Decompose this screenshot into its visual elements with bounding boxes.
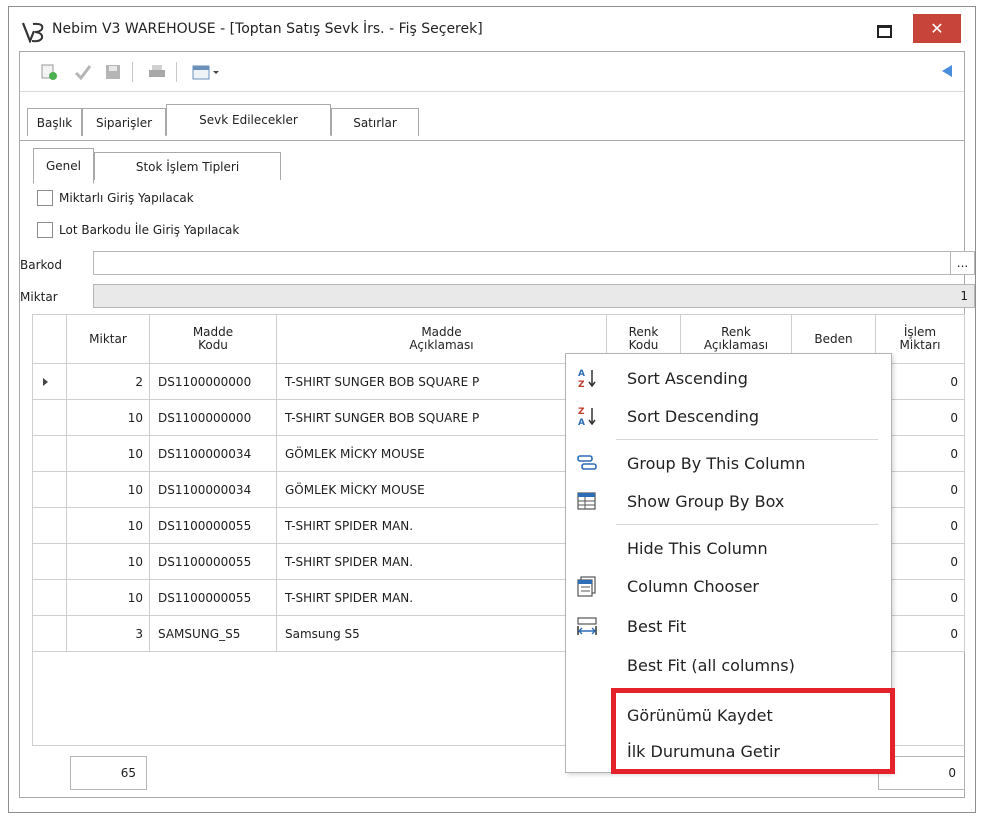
sort-descending-icon: Z A — [578, 407, 596, 427]
cell-miktar[interactable]: 10 — [67, 436, 150, 472]
cell-madde-kodu[interactable]: DS1100000055 — [150, 544, 277, 580]
row-indicator[interactable] — [32, 508, 67, 544]
cell-madde-aciklama[interactable]: GÖMLEK MİCKY MOUSE — [277, 436, 607, 472]
cell-miktar[interactable]: 2 — [67, 364, 150, 400]
row-indicator[interactable] — [32, 544, 67, 580]
cell-miktar[interactable]: 10 — [67, 400, 150, 436]
svg-text:Z: Z — [578, 407, 585, 417]
row-indicator[interactable] — [32, 400, 67, 436]
title-bar: Nebim V3 WAREHOUSE - [Toptan Satış Sevk … — [9, 7, 975, 51]
cell-madde-kodu[interactable]: DS1100000034 — [150, 436, 277, 472]
svg-text:A: A — [578, 369, 585, 379]
tab-sevk-edilecekler[interactable]: Sevk Edilecekler — [166, 104, 331, 136]
checkbox-miktarli-giris[interactable]: Miktarlı Giriş Yapılacak — [37, 187, 194, 209]
cell-madde-kodu[interactable]: DS1100000000 — [150, 364, 277, 400]
cell-madde-aciklama[interactable]: T-SHIRT SUNGER BOB SQUARE P — [277, 400, 607, 436]
menu-item-group-by-column[interactable]: Group By This Column — [566, 444, 891, 482]
menu-separator — [616, 524, 878, 525]
col-header-miktar[interactable]: Miktar — [67, 314, 150, 364]
cell-madde-aciklama[interactable]: T-SHIRT SPIDER MAN. — [277, 508, 607, 544]
cell-madde-aciklama[interactable]: T-SHIRT SPIDER MAN. — [277, 544, 607, 580]
cell-miktar[interactable]: 3 — [67, 616, 150, 652]
cell-madde-kodu[interactable]: SAMSUNG_S5 — [150, 616, 277, 652]
menu-item-hide-column[interactable]: Hide This Column — [566, 529, 891, 567]
miktar-value: 1 — [960, 289, 968, 303]
menu-item-best-fit[interactable]: Best Fit — [566, 607, 891, 645]
cell-miktar[interactable]: 10 — [67, 472, 150, 508]
current-row-arrow-icon — [43, 377, 48, 386]
tab-satirlar[interactable]: Satırlar — [331, 108, 419, 136]
grid-left-border — [32, 364, 33, 745]
menu-item-column-chooser[interactable]: Column Chooser — [566, 567, 891, 605]
group-by-icon — [577, 455, 597, 470]
barkod-browse-button[interactable]: ... — [950, 252, 974, 274]
row-indicator[interactable] — [32, 472, 67, 508]
row-indicator[interactable] — [32, 616, 67, 652]
cell-miktar[interactable]: 10 — [67, 544, 150, 580]
miktar-input[interactable]: 1 — [93, 284, 975, 308]
menu-separator — [616, 439, 878, 440]
row-indicator[interactable] — [32, 364, 67, 400]
grid-indicator-header — [32, 314, 67, 364]
miktar-label: Miktar — [20, 290, 58, 304]
toolbar-separator — [132, 62, 133, 82]
tab-baslik[interactable]: Başlık — [27, 108, 82, 136]
group-box-icon — [577, 492, 596, 510]
cell-madde-kodu[interactable]: DS1100000055 — [150, 580, 277, 616]
toolbar — [20, 52, 964, 92]
cell-madde-kodu[interactable]: DS1100000000 — [150, 400, 277, 436]
cell-madde-aciklama[interactable]: T-SHIRT SPIDER MAN. — [277, 580, 607, 616]
menu-item-best-fit-all[interactable]: Best Fit (all columns) — [566, 646, 891, 684]
barkod-input[interactable]: ... — [93, 251, 975, 275]
row-indicator[interactable] — [32, 436, 67, 472]
checkbox-box[interactable] — [37, 222, 53, 238]
window-title: Nebim V3 WAREHOUSE - [Toptan Satış Sevk … — [52, 21, 483, 37]
checkbox-lot-barkodu[interactable]: Lot Barkodu İle Giriş Yapılacak — [37, 219, 239, 241]
svg-text:Z: Z — [578, 380, 585, 389]
toolbar-separator — [176, 62, 177, 82]
collapse-arrow-icon[interactable] — [942, 65, 952, 77]
save-icon[interactable] — [104, 64, 122, 80]
calendar-dropdown-icon[interactable] — [192, 64, 220, 80]
cell-miktar[interactable]: 10 — [67, 508, 150, 544]
svg-text:A: A — [578, 418, 585, 427]
col-header-madde-aciklama[interactable]: Madde Açıklaması — [277, 314, 607, 364]
col-header-madde-kodu[interactable]: Madde Kodu — [150, 314, 277, 364]
menu-item-sort-descending[interactable]: Z A Sort Descending — [566, 397, 891, 435]
cell-madde-aciklama[interactable]: GÖMLEK MİCKY MOUSE — [277, 472, 607, 508]
nebim-logo-icon — [22, 22, 44, 43]
cell-madde-aciklama[interactable]: Samsung S5 — [277, 616, 607, 652]
subtab-stok-islem-tipleri[interactable]: Stok İşlem Tipleri — [94, 152, 281, 180]
tab-siparisler[interactable]: Siparişler — [82, 108, 166, 136]
cell-miktar[interactable]: 10 — [67, 580, 150, 616]
checkbox-label: Lot Barkodu İle Giriş Yapılacak — [59, 223, 240, 237]
column-chooser-icon — [577, 576, 596, 597]
subtab-genel[interactable]: Genel — [33, 148, 94, 184]
menu-item-sort-ascending[interactable]: A Z Sort Ascending — [566, 359, 891, 397]
print-icon[interactable] — [148, 64, 166, 80]
close-button[interactable]: ✕ — [913, 14, 961, 43]
footer-total-miktar: 65 — [70, 756, 147, 790]
row-indicator[interactable] — [32, 580, 67, 616]
new-document-icon[interactable] — [40, 64, 58, 80]
checkbox-box[interactable] — [37, 190, 53, 206]
cell-madde-kodu[interactable]: DS1100000055 — [150, 508, 277, 544]
best-fit-icon — [577, 617, 597, 635]
cell-madde-kodu[interactable]: DS1100000034 — [150, 472, 277, 508]
barkod-label: Barkod — [20, 258, 62, 272]
highlight-annotation — [611, 688, 895, 774]
genel-panel: Miktarlı Giriş Yapılacak Lot Barkodu İle… — [19, 179, 975, 311]
cell-madde-aciklama[interactable]: T-SHIRT SUNGER BOB SQUARE P — [277, 364, 607, 400]
checkbox-label: Miktarlı Giriş Yapılacak — [59, 191, 194, 205]
check-icon[interactable] — [74, 64, 92, 80]
menu-item-show-group-box[interactable]: Show Group By Box — [566, 482, 891, 520]
minimize-button[interactable] — [865, 15, 899, 43]
sort-ascending-icon: A Z — [578, 369, 596, 389]
